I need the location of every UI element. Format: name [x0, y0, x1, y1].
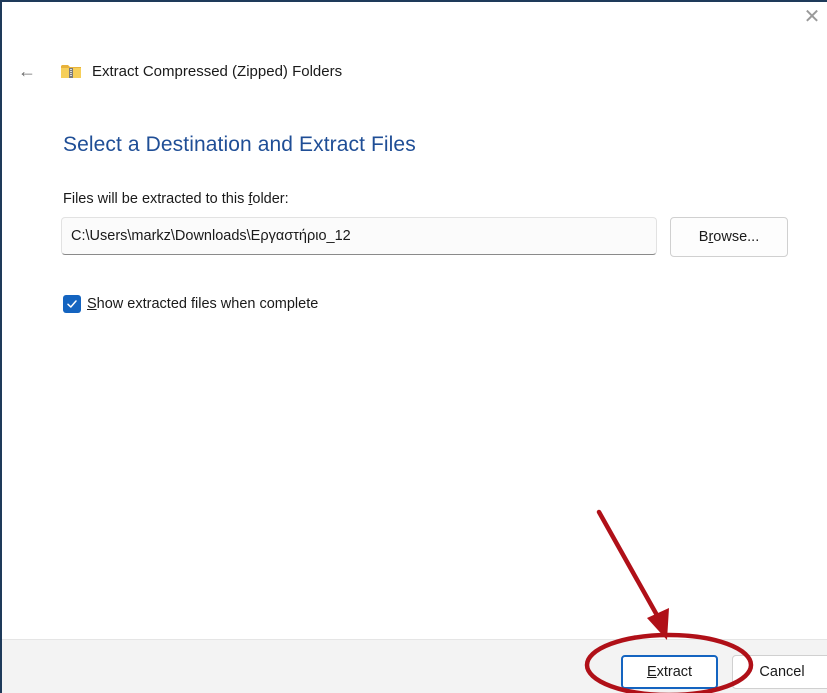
- back-button[interactable]: ←: [16, 60, 38, 82]
- extract-button[interactable]: Extract: [621, 655, 718, 689]
- extract-label-accelerator: E: [646, 664, 657, 680]
- browse-button[interactable]: Br owse...: [670, 217, 788, 257]
- destination-path-input[interactable]: [61, 217, 657, 255]
- show-extracted-files-label: Show extracted files when complete: [87, 296, 318, 312]
- annotation-arrow-line: [596, 509, 661, 620]
- annotation-overlay: [584, 509, 754, 693]
- annotation-arrow-head: [647, 608, 669, 640]
- folder-label-text: Files will be extracted to this: [63, 191, 249, 207]
- cancel-label: Cancel: [759, 664, 805, 680]
- show-extracted-files-checkbox[interactable]: [63, 295, 81, 313]
- folder-label-text-end: older:: [252, 191, 289, 207]
- extract-label-text: xtract: [656, 664, 693, 680]
- show-files-label-text: how extracted files when complete: [96, 296, 319, 312]
- cancel-button[interactable]: Cancel: [732, 655, 827, 689]
- browse-label-end: owse...: [713, 229, 760, 245]
- close-button[interactable]: ✕: [797, 2, 827, 32]
- zip-folder-icon: [61, 65, 81, 78]
- wizard-title: Extract Compressed (Zipped) Folders: [92, 63, 343, 80]
- show-files-accelerator: S: [87, 296, 97, 312]
- extract-wizard-window: ✕ ← Extract Compressed (Zipped) Folders …: [0, 0, 827, 693]
- destination-folder-label: Files will be extracted to this folder:: [63, 191, 289, 207]
- page-heading: Select a Destination and Extract Files: [63, 133, 416, 156]
- show-extracted-files-option[interactable]: Show extracted files when complete: [63, 295, 318, 313]
- arrow-left-icon: ←: [18, 60, 36, 81]
- checkmark-icon: [67, 300, 77, 308]
- close-icon: ✕: [803, 6, 821, 28]
- browse-label-start: B: [698, 229, 709, 245]
